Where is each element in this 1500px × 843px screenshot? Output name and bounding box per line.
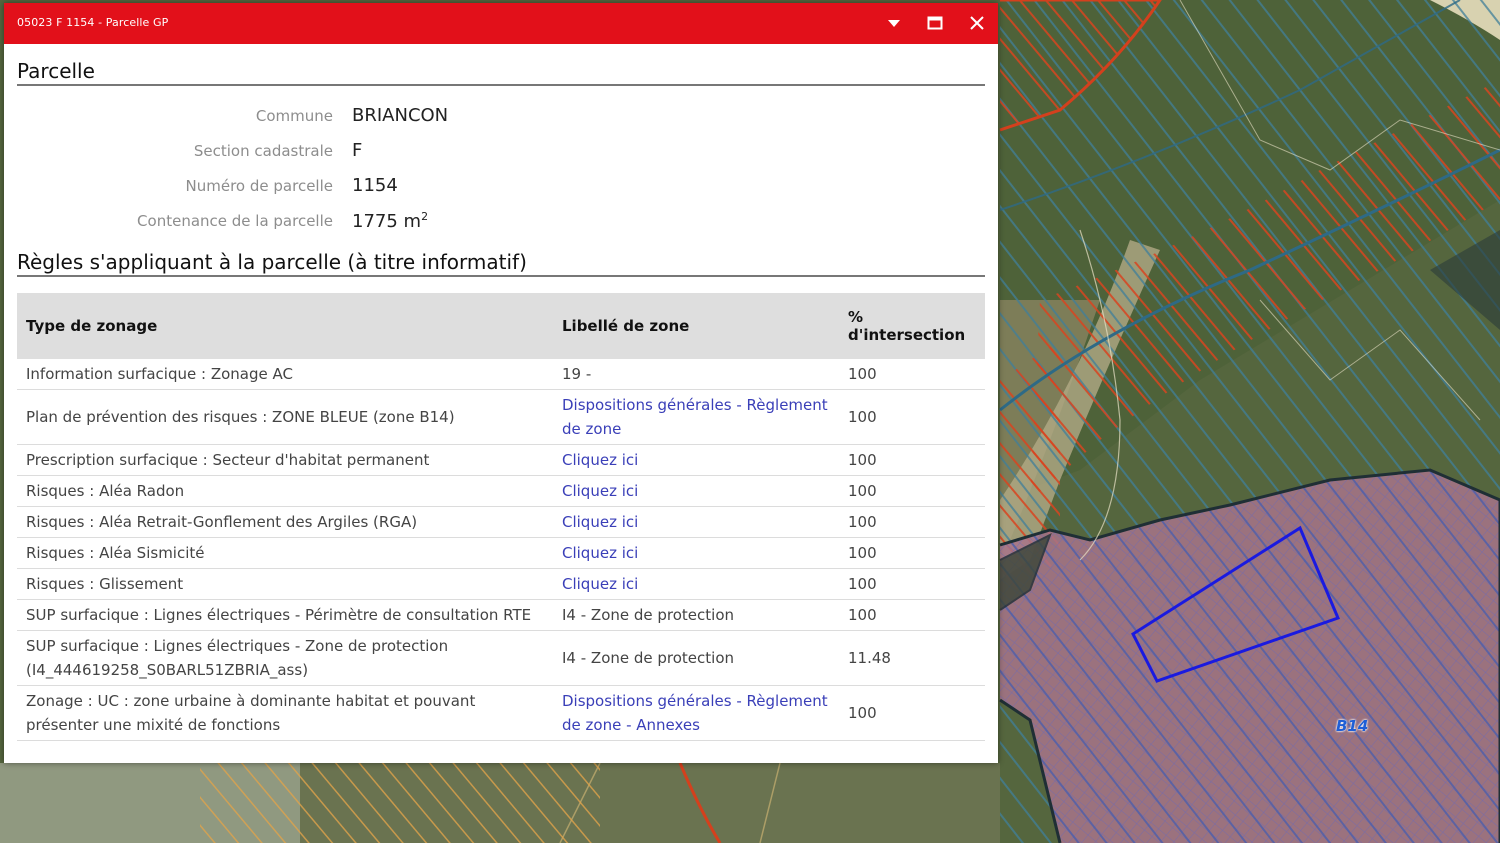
cell-libelle-zone: 19 - bbox=[553, 359, 839, 390]
detail-row-commune: Commune BRIANCON bbox=[17, 98, 985, 133]
column-header-libelle: Libellé de zone bbox=[553, 293, 839, 359]
table-row: SUP surfacique : Lignes électriques - Zo… bbox=[17, 630, 985, 686]
maximize-button[interactable] bbox=[925, 13, 945, 33]
zone-document-link[interactable]: Cliquez ici bbox=[553, 537, 839, 569]
detail-row-numero: Numéro de parcelle 1154 bbox=[17, 168, 985, 203]
rules-table: Type de zonage Libellé de zone % d'inter… bbox=[17, 293, 985, 741]
area-value: 1775 m bbox=[352, 210, 422, 232]
zone-document-link[interactable]: Cliquez ici bbox=[553, 444, 839, 476]
collapse-arrow-icon bbox=[888, 20, 900, 27]
cell-pct-intersection: 100 bbox=[839, 444, 985, 476]
cell-pct-intersection: 100 bbox=[839, 475, 985, 507]
cell-pct-intersection: 100 bbox=[839, 537, 985, 569]
zone-document-link[interactable]: Dispositions générales - Règlement de zo… bbox=[553, 685, 839, 741]
parcel-details: Commune BRIANCON Section cadastrale F Nu… bbox=[17, 98, 985, 238]
table-row: Plan de prévention des risques : ZONE BL… bbox=[17, 389, 985, 445]
detail-label: Section cadastrale bbox=[193, 141, 333, 160]
cell-type-zonage: SUP surfacique : Lignes électriques - Pé… bbox=[17, 599, 553, 631]
detail-label: Commune bbox=[255, 106, 333, 125]
area-unit-exponent: 2 bbox=[421, 209, 429, 223]
zone-label-b14: B14 bbox=[1336, 717, 1369, 735]
cell-type-zonage: Zonage : UC : zone urbaine à dominante h… bbox=[17, 685, 553, 741]
cell-libelle-zone: I4 - Zone de protection bbox=[553, 599, 839, 631]
table-header-row: Type de zonage Libellé de zone % d'inter… bbox=[17, 293, 985, 359]
table-row: Prescription surfacique : Secteur d'habi… bbox=[17, 444, 985, 476]
section-title-regles: Règles s'appliquant à la parcelle (à tit… bbox=[17, 238, 985, 277]
table-row: Risques : Aléa Radon Cliquez ici 100 bbox=[17, 475, 985, 507]
cell-pct-intersection: 100 bbox=[839, 389, 985, 445]
detail-row-contenance: Contenance de la parcelle 1775 m2 bbox=[17, 203, 985, 238]
rules-table-body: Information surfacique : Zonage AC 19 -10… bbox=[17, 359, 985, 741]
table-row: Risques : Aléa Sismicité Cliquez ici 100 bbox=[17, 537, 985, 569]
detail-row-section: Section cadastrale F bbox=[17, 133, 985, 168]
cell-libelle-zone: I4 - Zone de protection bbox=[553, 630, 839, 686]
window-title: 05023 F 1154 - Parcelle GP bbox=[17, 16, 169, 29]
zone-document-link[interactable]: Cliquez ici bbox=[553, 475, 839, 507]
detail-value: 1154 bbox=[352, 175, 398, 196]
cell-pct-intersection: 11.48 bbox=[839, 630, 985, 686]
cell-type-zonage: Risques : Glissement bbox=[17, 568, 553, 600]
maximize-icon bbox=[927, 16, 943, 30]
detail-label: Numéro de parcelle bbox=[185, 176, 333, 195]
zone-document-link[interactable]: Cliquez ici bbox=[553, 506, 839, 538]
cell-pct-intersection: 100 bbox=[839, 568, 985, 600]
cell-type-zonage: Risques : Aléa Radon bbox=[17, 475, 553, 507]
zone-document-link[interactable]: Cliquez ici bbox=[553, 568, 839, 600]
cell-pct-intersection: 100 bbox=[839, 506, 985, 538]
cell-pct-intersection: 100 bbox=[839, 685, 985, 741]
detail-value: 1775 m2 bbox=[352, 210, 428, 232]
cell-type-zonage: Risques : Aléa Sismicité bbox=[17, 537, 553, 569]
window-titlebar[interactable]: 05023 F 1154 - Parcelle GP bbox=[4, 3, 998, 44]
zone-document-link[interactable]: Dispositions générales - Règlement de zo… bbox=[553, 389, 839, 445]
section-title-parcelle: Parcelle bbox=[17, 44, 985, 86]
cell-pct-intersection: 100 bbox=[839, 359, 985, 390]
cell-type-zonage: Risques : Aléa Retrait-Gonflement des Ar… bbox=[17, 506, 553, 538]
cell-pct-intersection: 100 bbox=[839, 599, 985, 631]
cell-type-zonage: SUP surfacique : Lignes électriques - Zo… bbox=[17, 630, 553, 686]
table-row: Information surfacique : Zonage AC 19 -10… bbox=[17, 359, 985, 390]
table-row: Risques : Glissement Cliquez ici 100 bbox=[17, 568, 985, 600]
cell-type-zonage: Plan de prévention des risques : ZONE BL… bbox=[17, 389, 553, 445]
table-row: Zonage : UC : zone urbaine à dominante h… bbox=[17, 685, 985, 741]
detail-label: Contenance de la parcelle bbox=[137, 211, 333, 230]
parcel-info-window: 05023 F 1154 - Parcelle GP Parcelle Comm… bbox=[4, 3, 998, 763]
cell-type-zonage: Information surfacique : Zonage AC bbox=[17, 359, 553, 390]
cell-type-zonage: Prescription surfacique : Secteur d'habi… bbox=[17, 444, 553, 476]
table-row: Risques : Aléa Retrait-Gonflement des Ar… bbox=[17, 506, 985, 538]
close-icon bbox=[970, 16, 984, 30]
close-button[interactable] bbox=[967, 13, 987, 33]
table-row: SUP surfacique : Lignes électriques - Pé… bbox=[17, 599, 985, 631]
window-content: Parcelle Commune BRIANCON Section cadast… bbox=[4, 44, 998, 741]
collapse-button[interactable] bbox=[884, 13, 904, 33]
detail-value: F bbox=[352, 140, 363, 161]
detail-value: BRIANCON bbox=[352, 105, 449, 126]
column-header-type: Type de zonage bbox=[17, 293, 553, 359]
column-header-pct: % d'intersection bbox=[839, 293, 985, 359]
